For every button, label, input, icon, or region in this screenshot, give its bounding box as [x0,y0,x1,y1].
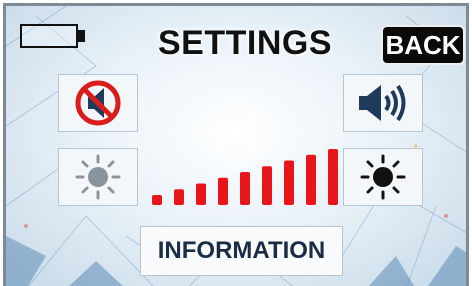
volume-up-button[interactable] [343,74,423,132]
speaker-muted-icon [75,80,121,126]
speaker-volume-icon [359,84,406,122]
information-button[interactable]: INFORMATION [140,226,343,276]
page-title: SETTINGS [157,24,333,62]
sun-dim-icon [75,154,121,200]
brightness-down-button[interactable] [58,148,138,206]
battery-icon [20,24,78,48]
battery-terminal [78,30,85,42]
mute-button[interactable] [58,74,138,132]
back-button[interactable]: BACK [381,25,465,65]
brightness-up-button[interactable] [343,148,423,206]
sun-bright-icon [360,154,406,200]
